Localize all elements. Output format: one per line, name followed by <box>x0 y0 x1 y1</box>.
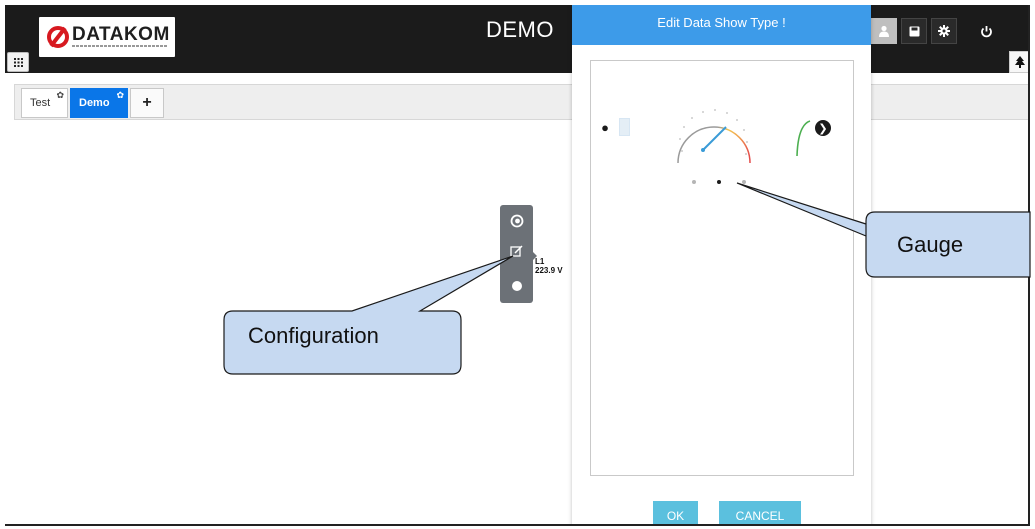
carousel-dot[interactable] <box>742 180 746 184</box>
gauge-callout-label: Gauge <box>897 232 964 257</box>
datakom-logo-icon <box>47 26 69 48</box>
settings-button[interactable] <box>931 18 957 44</box>
apps-menu-button[interactable] <box>7 52 29 72</box>
carousel-indicators <box>692 180 752 186</box>
tab-test[interactable]: Test ✿ <box>21 88 68 118</box>
tree-icon <box>1015 56 1025 68</box>
widget-toolbar <box>500 205 533 303</box>
ok-button[interactable]: OK <box>653 501 698 524</box>
cancel-button[interactable]: CANCEL <box>719 501 801 524</box>
add-tab-button[interactable]: + <box>130 88 164 118</box>
widget-value-label[interactable]: L1 223.9 V <box>535 257 563 275</box>
logo: DATAKOM <box>39 17 175 57</box>
tab-label: Test <box>30 97 51 109</box>
widget-line-value: 223.9 V <box>535 266 563 275</box>
plus-icon: + <box>142 94 152 111</box>
gear-icon <box>938 25 950 37</box>
edit-type-modal: Edit Data Show Type ! ● ❯ OK CANCEL <box>572 5 871 524</box>
carousel-dot-active[interactable] <box>717 180 721 184</box>
logo-text: DATAKOM <box>72 24 170 45</box>
carousel-dot[interactable] <box>692 180 696 184</box>
user-icon <box>879 25 889 37</box>
power-button[interactable] <box>973 18 999 44</box>
edit-icon <box>510 245 523 257</box>
chevron-right-icon: ❯ <box>818 122 828 135</box>
tab-demo[interactable]: Demo ✿ <box>70 88 128 118</box>
edit-widget-button[interactable] <box>508 243 525 260</box>
previous-type-preview[interactable] <box>619 118 630 136</box>
user-button[interactable] <box>871 18 897 44</box>
tree-view-button[interactable] <box>1009 51 1028 73</box>
save-icon <box>909 26 919 36</box>
toggle-icon <box>511 280 522 291</box>
chevron-left-icon: ● <box>601 119 609 135</box>
toggle-widget-button[interactable] <box>508 277 525 294</box>
modal-title: Edit Data Show Type ! <box>572 5 871 45</box>
power-icon <box>980 25 992 37</box>
page-title: DEMO <box>486 17 554 42</box>
tab-settings-icon[interactable]: ✿ <box>56 90 64 101</box>
configuration-callout-label: Configuration <box>248 323 379 348</box>
tab-label: Demo <box>79 97 110 109</box>
widget-line-name: L1 <box>535 257 545 266</box>
tab-strip: Test ✿ Demo ✿ + <box>14 84 1028 120</box>
app-window: DATAKOM DEMO Test ✿ Demo ✿ + L1 223.9 V … <box>5 5 1030 526</box>
carousel-prev-button[interactable]: ● <box>599 119 609 135</box>
header-bar: DATAKOM DEMO <box>5 5 1028 73</box>
carousel-next-button[interactable]: ❯ <box>815 120 831 136</box>
grid-icon <box>13 57 23 67</box>
change-type-button[interactable] <box>508 212 525 229</box>
gauge-type-icon <box>510 214 523 227</box>
gauge-preview[interactable] <box>658 93 768 173</box>
save-button[interactable] <box>901 18 927 44</box>
dashboard-canvas[interactable] <box>14 121 1028 524</box>
tab-settings-icon[interactable]: ✿ <box>116 90 124 101</box>
logo-tagline <box>72 45 168 47</box>
